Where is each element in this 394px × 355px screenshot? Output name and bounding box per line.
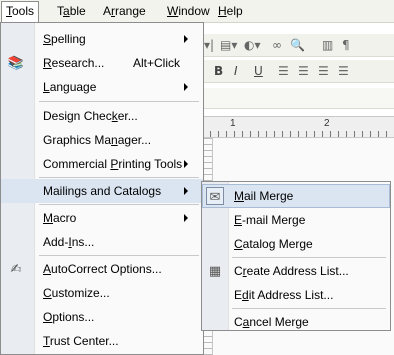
- align-left-icon[interactable]: ☰: [278, 64, 289, 78]
- submenu-separator: [232, 308, 386, 309]
- menu-item-trust-center[interactable]: Trust Center...: [1, 329, 203, 353]
- submenu-item-edit-address-list[interactable]: Edit Address List...: [202, 283, 390, 307]
- menu-separator: [39, 255, 199, 256]
- autocorrect-icon: ✍: [10, 261, 22, 276]
- align-right-icon[interactable]: ☰: [318, 64, 329, 78]
- submenu-item-email-merge[interactable]: E-mail Merge: [202, 208, 390, 232]
- ruler-number-2: 2: [324, 118, 330, 129]
- formatting-toolbar: B I U ☰ ☰ ☰ ☰: [200, 60, 394, 83]
- submenu-item-cancel-merge[interactable]: Cancel Merge: [202, 310, 390, 334]
- menu-separator: [39, 101, 199, 102]
- toolbar-dropdown-icon[interactable]: ▾|: [204, 38, 214, 52]
- mail-merge-icon: ✉: [206, 187, 224, 205]
- menu-bar: Tools Table Arrange Window Help: [0, 0, 394, 23]
- object-toolbar: [200, 88, 394, 109]
- bold-icon[interactable]: B: [214, 64, 223, 78]
- menu-window[interactable]: Window: [163, 2, 214, 20]
- submenu-item-catalog-merge[interactable]: Catalog Merge: [202, 232, 390, 256]
- menu-item-add-ins[interactable]: Add-Ins...: [1, 230, 203, 254]
- zoom-icon[interactable]: 🔍: [290, 38, 305, 52]
- research-shortcut: Alt+Click: [133, 56, 181, 70]
- menu-item-language[interactable]: Language: [1, 75, 203, 99]
- menu-separator: [39, 204, 199, 205]
- submenu-item-create-address-list[interactable]: ▦ Create Address List...: [202, 259, 390, 283]
- justify-icon[interactable]: ☰: [338, 64, 349, 78]
- align-center-icon[interactable]: ☰: [298, 64, 309, 78]
- menu-item-spelling[interactable]: Spelling: [1, 27, 203, 51]
- tools-menu: Spelling 📚 Research... Alt+Click Languag…: [0, 22, 204, 355]
- color-icon[interactable]: ◐▾: [244, 38, 261, 52]
- ruler-number-1: 1: [230, 118, 236, 129]
- submenu-separator: [232, 257, 386, 258]
- ruler-ticks: [210, 131, 394, 137]
- menu-item-research[interactable]: 📚 Research... Alt+Click: [1, 51, 203, 75]
- italic-icon[interactable]: I: [234, 64, 238, 78]
- standard-toolbar: ▾| ▤▾ ◐▾ ∞ 🔍 ▥ ¶: [200, 34, 394, 57]
- menu-help[interactable]: Help: [214, 2, 247, 20]
- submenu-item-mail-merge[interactable]: ✉ Mail Merge: [202, 184, 390, 208]
- menu-table[interactable]: Table: [53, 2, 90, 20]
- horizontal-ruler: 1 2: [200, 116, 394, 138]
- menu-arrange[interactable]: Arrange: [99, 2, 150, 20]
- menu-tools[interactable]: Tools: [1, 1, 40, 22]
- menu-item-macro[interactable]: Macro: [1, 206, 203, 230]
- address-list-icon: ▦: [208, 263, 222, 278]
- underline-icon[interactable]: U: [254, 64, 263, 78]
- paragraph-icon[interactable]: ¶: [342, 38, 350, 52]
- insert-icon[interactable]: ▤▾: [220, 38, 237, 52]
- link-icon[interactable]: ∞: [272, 38, 282, 52]
- submenu-arrow-icon: [184, 187, 188, 195]
- submenu-arrow-icon: [184, 83, 188, 91]
- menu-item-design-checker[interactable]: Design Checker...: [1, 104, 203, 128]
- menu-item-graphics-manager[interactable]: Graphics Manager...: [1, 128, 203, 152]
- submenu-arrow-icon: [184, 35, 188, 43]
- research-icon: 📚: [7, 55, 25, 70]
- menu-item-commercial-printing-tools[interactable]: Commercial Printing Tools: [1, 152, 203, 176]
- menu-separator: [39, 177, 199, 178]
- mailings-submenu: ✉ Mail Merge E-mail Merge Catalog Merge …: [201, 181, 391, 331]
- menu-item-customize[interactable]: Customize...: [1, 281, 203, 305]
- menu-item-options[interactable]: Options...: [1, 305, 203, 329]
- menu-item-mailings-and-catalogs[interactable]: Mailings and Catalogs: [1, 179, 203, 203]
- menu-item-autocorrect-options[interactable]: ✍ AutoCorrect Options...: [1, 257, 203, 281]
- columns-icon[interactable]: ▥: [322, 38, 333, 52]
- submenu-arrow-icon: [184, 214, 188, 222]
- submenu-arrow-icon: [184, 160, 188, 168]
